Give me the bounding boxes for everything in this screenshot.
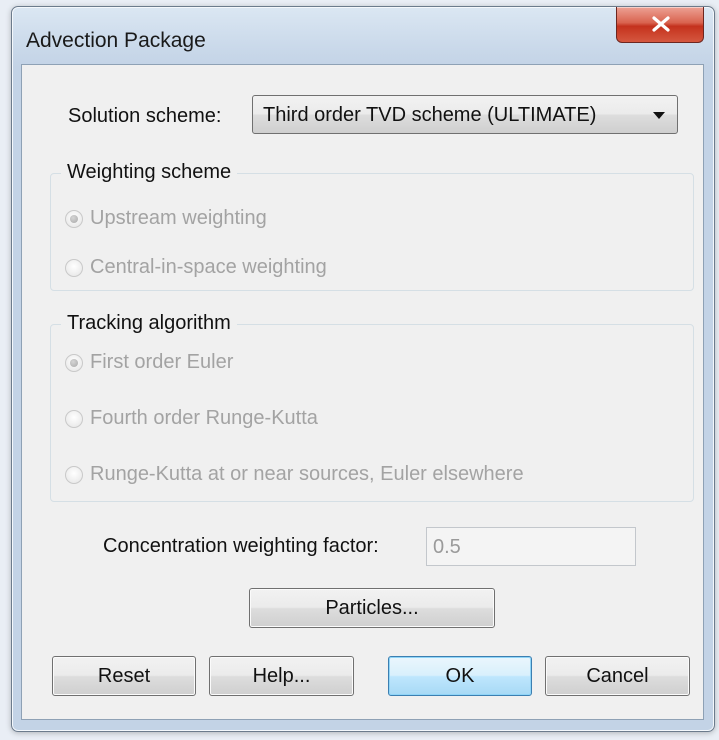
- ok-button[interactable]: OK: [388, 656, 532, 696]
- window-title: Advection Package: [26, 29, 206, 52]
- reset-button[interactable]: Reset: [52, 656, 196, 696]
- radio-label: Runge-Kutta at or near sources, Euler el…: [90, 463, 524, 485]
- weighting-scheme-title: Weighting scheme: [61, 161, 238, 184]
- radio-button[interactable]: [65, 466, 83, 484]
- particles-button[interactable]: Particles...: [249, 588, 495, 628]
- close-icon: [652, 16, 670, 32]
- solution-scheme-value: Third order TVD scheme (ULTIMATE): [263, 104, 597, 126]
- radio-selected-dot: [70, 359, 78, 367]
- radio-label: First order Euler: [90, 351, 234, 373]
- chevron-down-icon: [653, 112, 665, 119]
- solution-scheme-select[interactable]: Third order TVD scheme (ULTIMATE): [252, 95, 678, 134]
- radio-button[interactable]: [65, 210, 83, 228]
- radio-selected-dot: [70, 215, 78, 223]
- radio-button[interactable]: [65, 354, 83, 372]
- concentration-weighting-value: 0.5: [433, 536, 461, 558]
- tracking-algorithm-title: Tracking algorithm: [61, 312, 237, 335]
- advection-package-dialog: Advection Package Solution scheme: Third…: [11, 6, 715, 732]
- help-button[interactable]: Help...: [209, 656, 354, 696]
- solution-scheme-label: Solution scheme:: [68, 105, 222, 127]
- radio-label: Fourth order Runge-Kutta: [90, 407, 318, 429]
- dialog-body: Solution scheme: Third order TVD scheme …: [21, 64, 704, 720]
- tracking-algorithm-group: Tracking algorithm First order Euler Fou…: [50, 312, 694, 502]
- radio-label: Central-in-space weighting: [90, 256, 327, 278]
- weighting-scheme-group: Weighting scheme Upstream weighting Cent…: [50, 161, 694, 291]
- radio-button[interactable]: [65, 410, 83, 428]
- concentration-weighting-label: Concentration weighting factor:: [103, 535, 379, 557]
- cancel-button[interactable]: Cancel: [545, 656, 690, 696]
- radio-button[interactable]: [65, 259, 83, 277]
- radio-label: Upstream weighting: [90, 207, 267, 229]
- concentration-weighting-input[interactable]: 0.5: [426, 527, 636, 566]
- close-button[interactable]: [616, 7, 704, 43]
